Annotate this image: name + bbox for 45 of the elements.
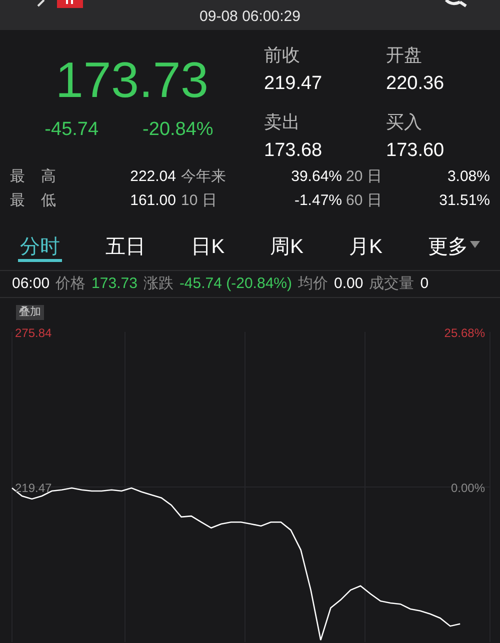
stat-period: 60 日 xyxy=(345,190,383,211)
stat-period: 20 日 xyxy=(345,166,383,187)
info-label: 涨跌 xyxy=(143,274,174,294)
chart-tab[interactable]: 周K xyxy=(268,232,306,262)
y-axis-label: 275.84 xyxy=(15,325,52,342)
stat-label: 最 低 xyxy=(10,190,64,211)
info-value: 0.00 xyxy=(334,274,364,294)
chart-tab[interactable]: 分时 xyxy=(18,232,62,262)
stat-value: 222.04 xyxy=(129,166,176,187)
field-value: 219.47 xyxy=(264,73,324,96)
field-label: 卖出 xyxy=(264,110,301,134)
chart-tab[interactable]: 更多 xyxy=(426,232,482,262)
info-time: 06:00 xyxy=(12,274,50,294)
info-value: 0 xyxy=(420,274,429,294)
logo-icon xyxy=(57,0,83,8)
stat-value: 31.51% xyxy=(438,190,490,211)
stat-period: 今年来 xyxy=(180,166,227,187)
header-datetime: 09-08 06:00:29 xyxy=(200,6,300,26)
info-label: 均价 xyxy=(298,274,328,294)
field-value: 173.68 xyxy=(264,140,324,163)
price: 173.73 xyxy=(54,52,208,108)
stat-value: -1.47% xyxy=(293,190,342,211)
chart-tab[interactable]: 五日 xyxy=(104,232,148,262)
field-label: 买入 xyxy=(386,110,423,134)
price-change-percent: -20.84% xyxy=(142,118,214,142)
percent-axis-label: 25.68% xyxy=(444,325,485,342)
info-value: -45.74 (-20.84%) xyxy=(179,274,292,294)
stat-value: 161.00 xyxy=(129,190,176,211)
stat-label: 最 高 xyxy=(10,166,64,187)
field-value: 220.36 xyxy=(386,73,446,96)
field-label: 开盘 xyxy=(386,44,423,67)
stat-period: 10 日 xyxy=(180,190,218,211)
percent-axis-label: 0.00% xyxy=(450,480,485,497)
info-label: 价格 xyxy=(56,274,86,294)
y-axis-label: 219.47 xyxy=(15,480,52,497)
info-label: 成交量 xyxy=(369,274,414,294)
chart-tab[interactable]: 日K xyxy=(189,232,227,262)
overlay-button[interactable]: 叠加 xyxy=(16,305,44,320)
field-label: 前收 xyxy=(264,44,301,67)
stat-value: 39.64% xyxy=(290,166,342,187)
stat-value: 3.08% xyxy=(446,166,490,187)
chart-tab[interactable]: 月K xyxy=(347,232,384,262)
price-change: -45.74 xyxy=(44,118,99,142)
field-value: 173.60 xyxy=(386,140,446,163)
info-value: 173.73 xyxy=(92,274,138,294)
